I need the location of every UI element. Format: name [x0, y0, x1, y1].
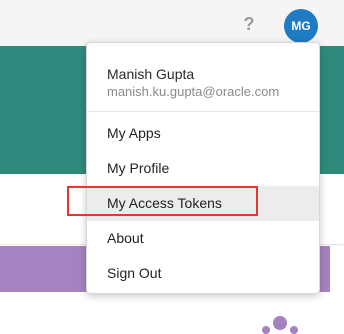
menu-item-my-access-tokens[interactable]: My Access Tokens — [87, 186, 319, 221]
menu-item-label: My Access Tokens — [107, 195, 222, 211]
menu-item-label: My Apps — [107, 125, 161, 141]
user-avatar-button[interactable]: MG — [284, 9, 318, 43]
user-name: Manish Gupta — [107, 66, 195, 82]
menu-item-about[interactable]: About — [87, 221, 319, 256]
people-icon — [262, 316, 298, 334]
page-edge — [330, 246, 344, 292]
top-bar: ? MG — [0, 0, 344, 47]
menu-item-label: About — [107, 230, 144, 246]
user-dropdown-menu: Manish Gupta manish.ku.gupta@oracle.com … — [86, 42, 320, 294]
menu-item-my-profile[interactable]: My Profile — [87, 151, 319, 186]
menu-user-header: Manish Gupta manish.ku.gupta@oracle.com — [87, 43, 319, 112]
menu-item-label: Sign Out — [107, 265, 162, 281]
user-email: manish.ku.gupta@oracle.com — [107, 84, 280, 99]
help-icon[interactable]: ? — [241, 14, 257, 34]
menu-item-label: My Profile — [107, 160, 170, 176]
menu-item-my-apps[interactable]: My Apps — [87, 116, 319, 151]
menu-item-sign-out[interactable]: Sign Out — [87, 256, 319, 291]
